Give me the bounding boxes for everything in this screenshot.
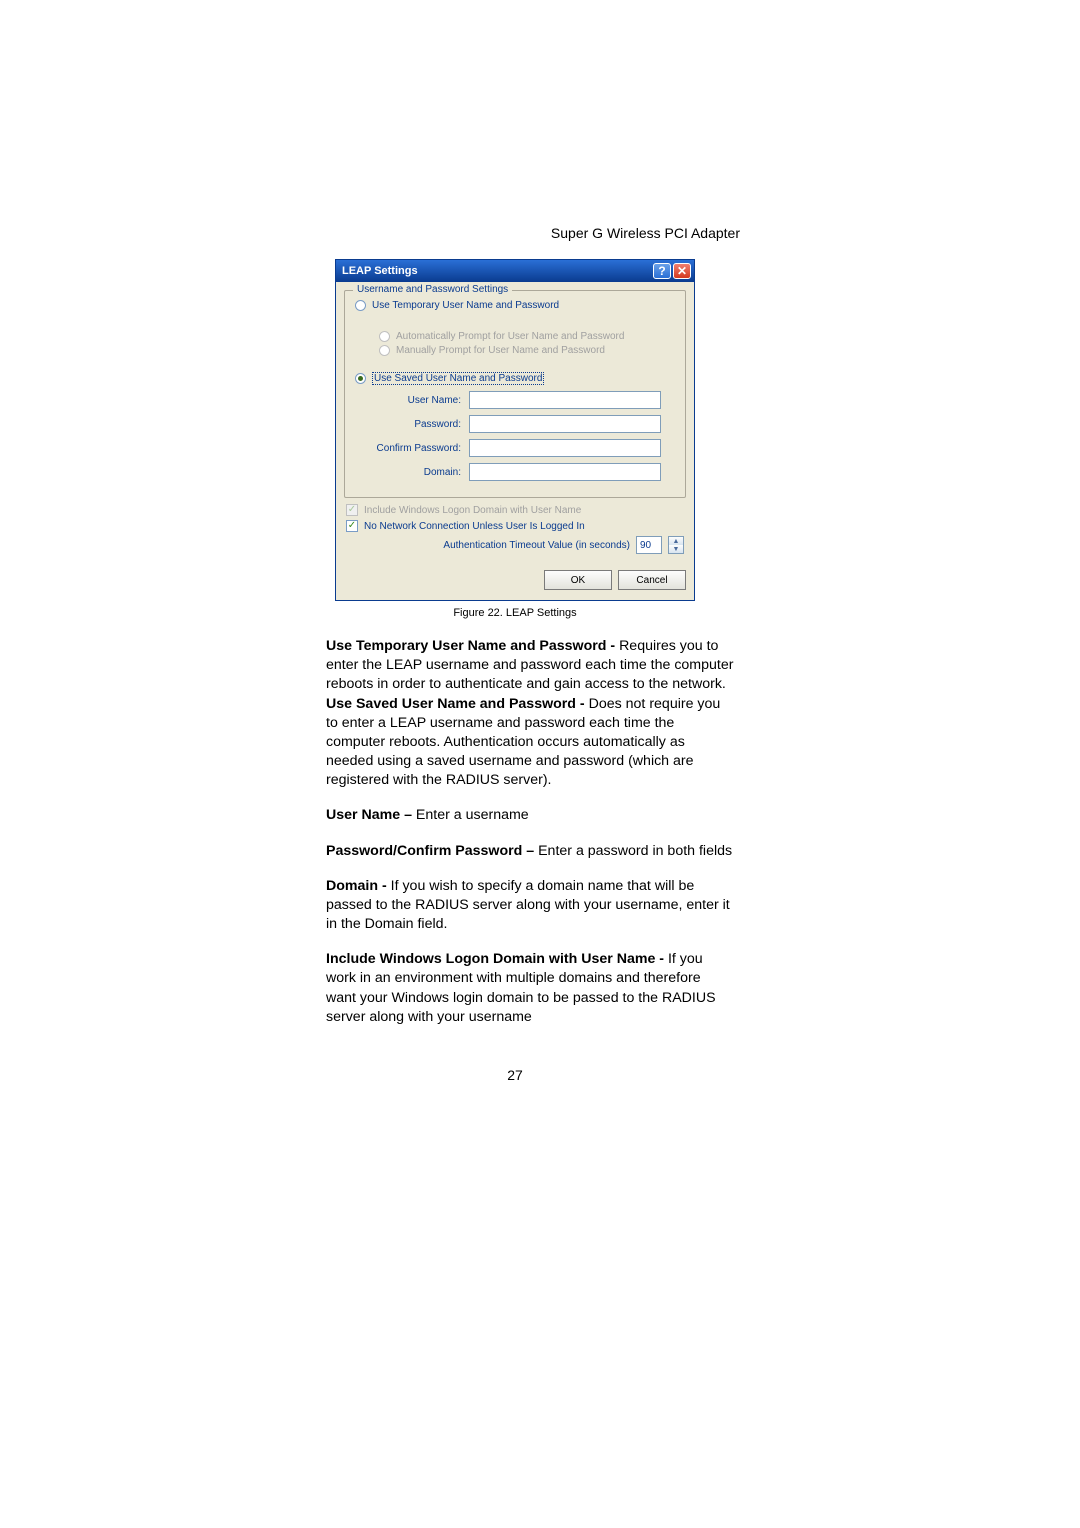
- radio-icon: [355, 300, 366, 311]
- credentials-groupbox: Username and Password Settings Use Tempo…: [344, 290, 686, 498]
- radio-label: Use Temporary User Name and Password: [372, 300, 559, 311]
- term: User Name –: [326, 807, 416, 823]
- checkbox-label: Include Windows Logon Domain with User N…: [364, 505, 581, 516]
- timeout-label: Authentication Timeout Value (in seconds…: [443, 540, 630, 551]
- radio-icon: [379, 345, 390, 356]
- chevron-up-icon[interactable]: ▲: [669, 537, 683, 545]
- figure-caption: Figure 22. LEAP Settings: [290, 607, 740, 619]
- term: Include Windows Logon Domain with User N…: [326, 951, 668, 967]
- radio-label: Manually Prompt for User Name and Passwo…: [396, 345, 605, 356]
- username-row: User Name:: [369, 391, 661, 409]
- radio-auto-prompt: Automatically Prompt for User Name and P…: [379, 331, 675, 342]
- field-label: Domain:: [369, 467, 469, 478]
- radio-temporary[interactable]: Use Temporary User Name and Password: [355, 300, 675, 311]
- check-include-domain: ✓ Include Windows Logon Domain with User…: [346, 504, 684, 516]
- chevron-down-icon[interactable]: ▼: [669, 545, 683, 553]
- group-legend: Username and Password Settings: [353, 284, 512, 295]
- radio-saved[interactable]: Use Saved User Name and Password: [355, 372, 675, 385]
- checkbox-label: No Network Connection Unless User Is Log…: [364, 521, 585, 532]
- page-header: Super G Wireless PCI Adapter: [290, 225, 740, 241]
- checkbox-icon: ✓: [346, 504, 358, 516]
- domain-row: Domain:: [369, 463, 661, 481]
- cancel-button[interactable]: Cancel: [618, 570, 686, 590]
- page-number: 27: [290, 1067, 740, 1083]
- username-input[interactable]: [469, 391, 661, 409]
- radio-label: Use Saved User Name and Password: [372, 372, 544, 385]
- domain-input[interactable]: [469, 463, 661, 481]
- radio-icon: [379, 331, 390, 342]
- check-no-network[interactable]: ✓ No Network Connection Unless User Is L…: [346, 520, 684, 532]
- checkbox-icon: ✓: [346, 520, 358, 532]
- timeout-row: Authentication Timeout Value (in seconds…: [346, 536, 684, 554]
- body-text: Use Temporary User Name and Password - R…: [326, 637, 734, 1027]
- radio-icon: [355, 373, 366, 384]
- confirm-password-input[interactable]: [469, 439, 661, 457]
- definition: Enter a username: [416, 807, 529, 823]
- radio-manual-prompt: Manually Prompt for User Name and Passwo…: [379, 345, 675, 356]
- dialog-titlebar: LEAP Settings ? ✕: [336, 260, 694, 282]
- dialog-footer: OK Cancel: [336, 566, 694, 600]
- term: Use Temporary User Name and Password -: [326, 638, 619, 654]
- term: Domain -: [326, 878, 391, 894]
- leap-settings-dialog: LEAP Settings ? ✕ Username and Password …: [335, 259, 695, 601]
- field-label: User Name:: [369, 395, 469, 406]
- help-icon[interactable]: ?: [653, 263, 671, 279]
- quantity-stepper[interactable]: ▲ ▼: [668, 536, 684, 554]
- password-row: Password:: [369, 415, 661, 433]
- close-icon[interactable]: ✕: [673, 263, 691, 279]
- dialog-title: LEAP Settings: [342, 265, 418, 277]
- ok-button[interactable]: OK: [544, 570, 612, 590]
- term: Password/Confirm Password –: [326, 843, 538, 859]
- definition: Enter a password in both fields: [538, 843, 732, 859]
- field-label: Confirm Password:: [369, 443, 469, 454]
- confirm-password-row: Confirm Password:: [369, 439, 661, 457]
- radio-label: Automatically Prompt for User Name and P…: [396, 331, 624, 342]
- term: Use Saved User Name and Password -: [326, 696, 589, 712]
- password-input[interactable]: [469, 415, 661, 433]
- field-label: Password:: [369, 419, 469, 430]
- timeout-input[interactable]: 90: [636, 536, 662, 554]
